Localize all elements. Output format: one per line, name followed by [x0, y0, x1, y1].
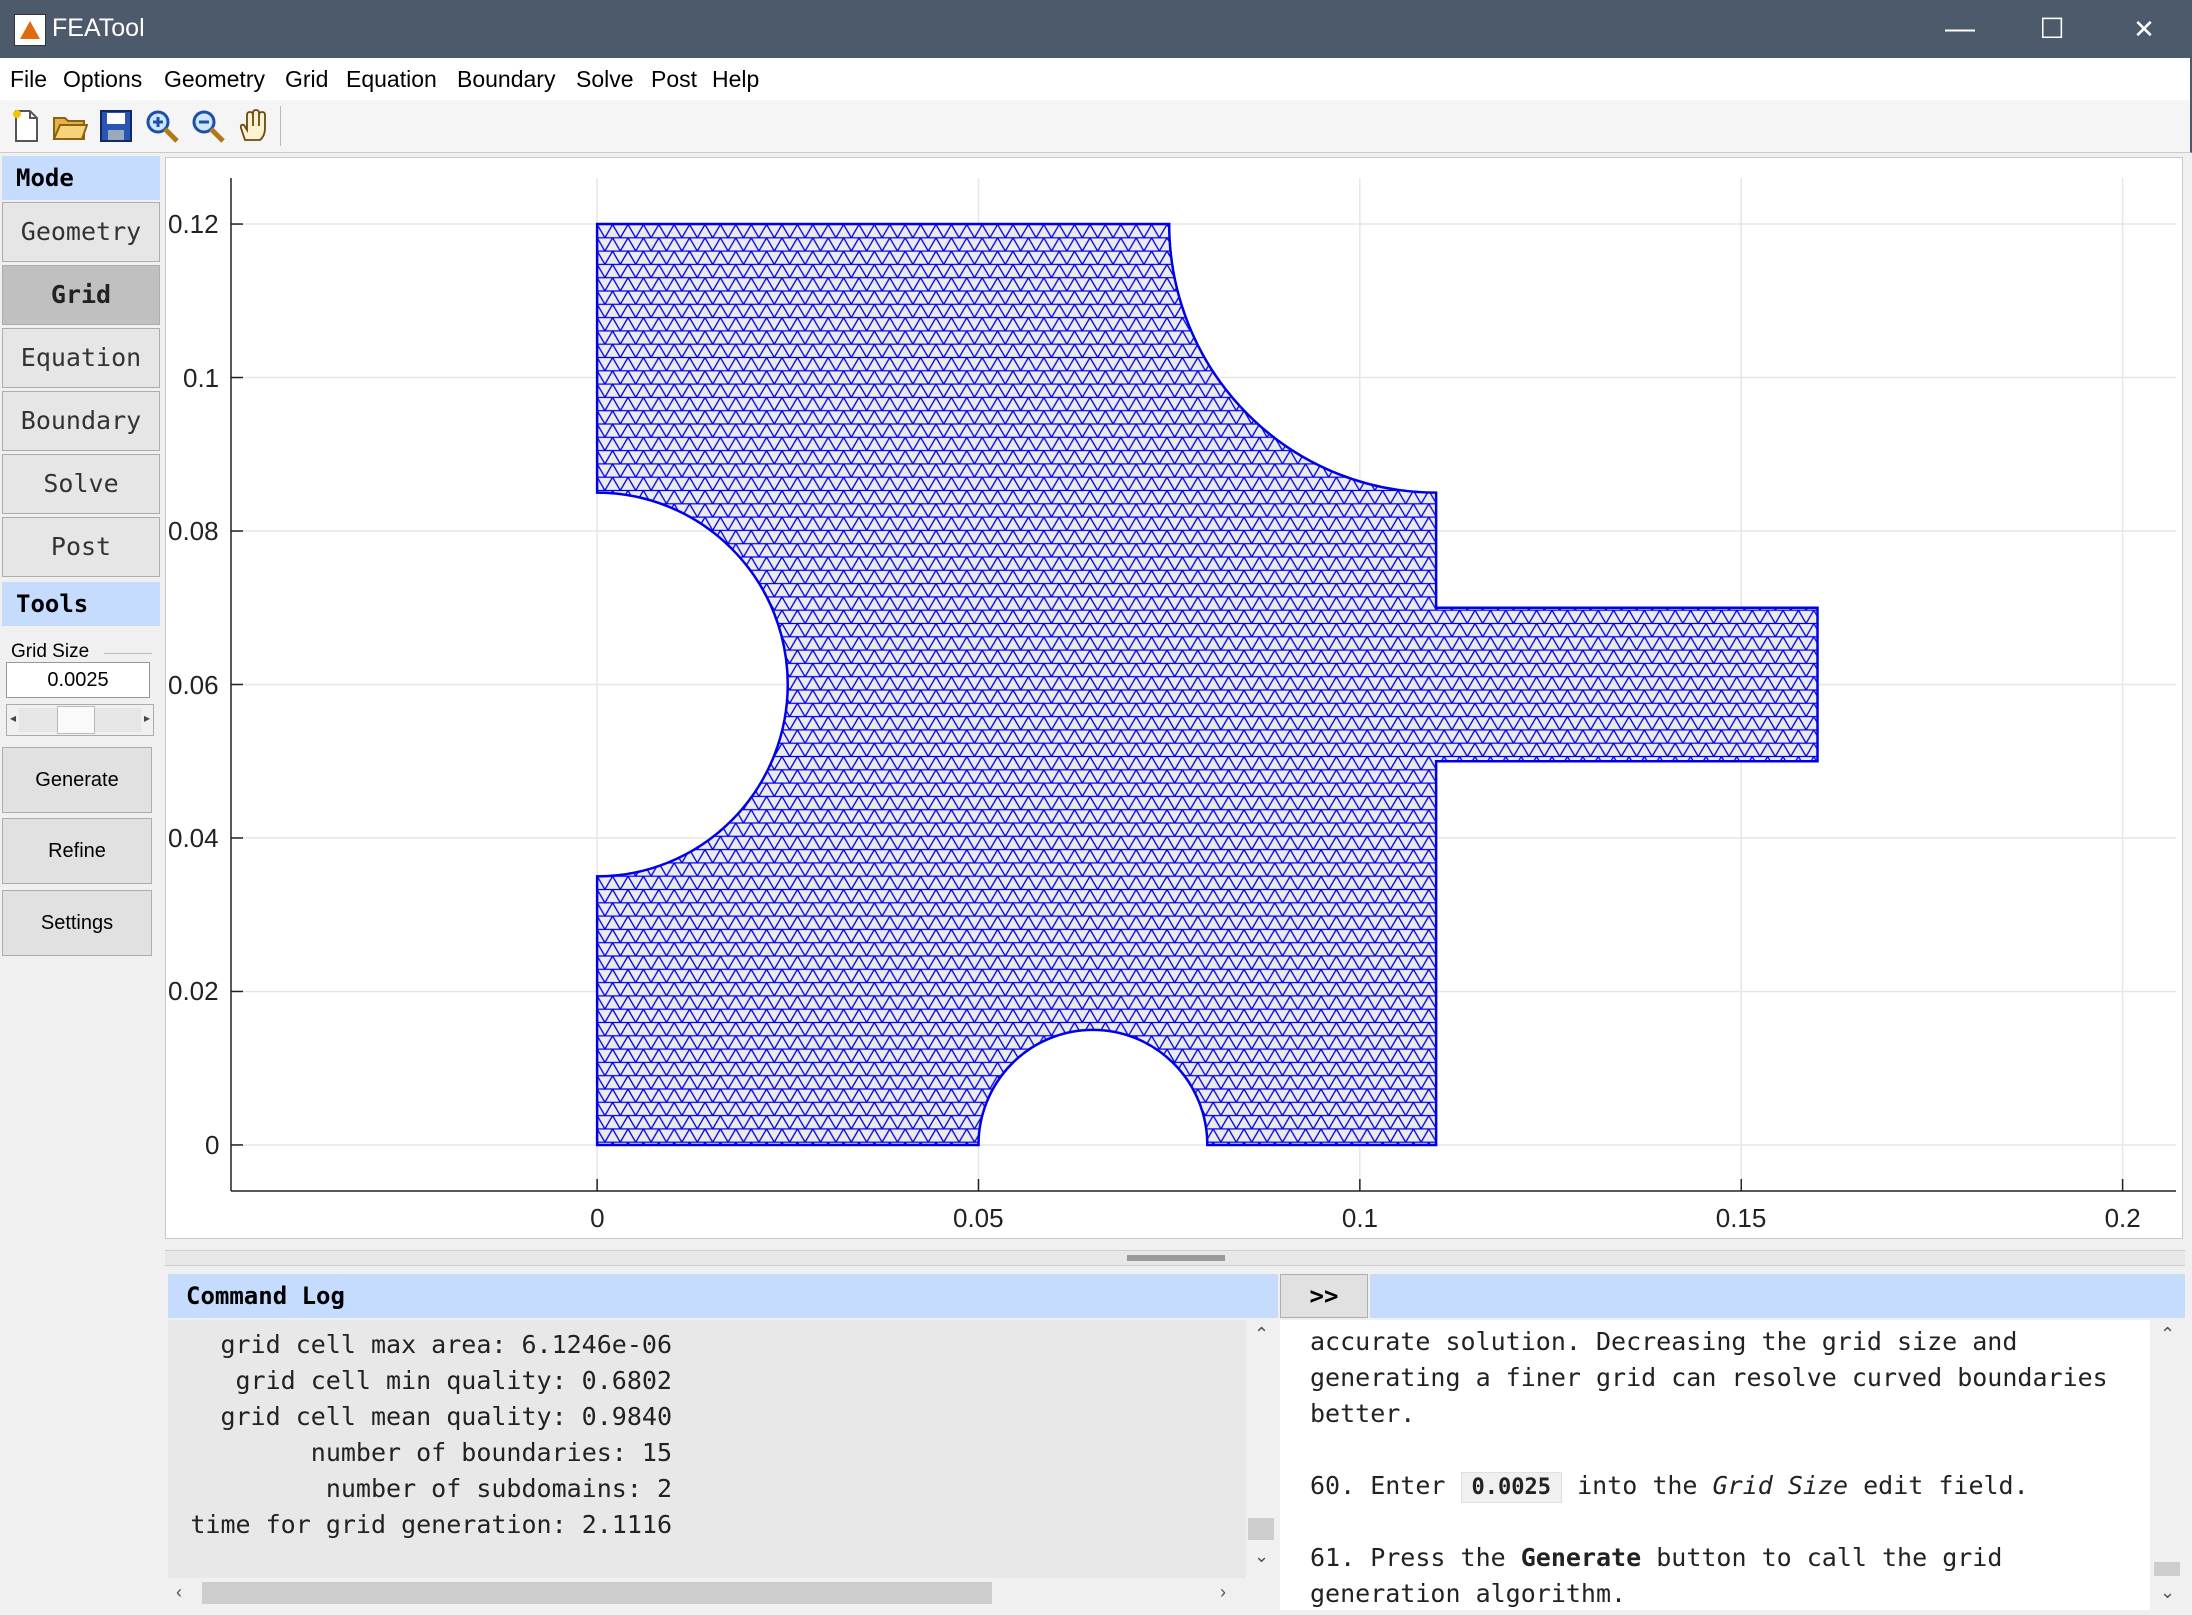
expand-help-button[interactable]: >>	[1280, 1274, 1368, 1318]
help-step-61: 61. Press the Generate button to call th…	[1310, 1540, 2130, 1610]
scroll-up-arrow-icon[interactable]: ⌃	[1254, 1324, 1269, 1345]
panel-splitter[interactable]	[165, 1250, 2185, 1266]
new-file-icon[interactable]	[8, 108, 44, 144]
scrollbar-thumb[interactable]	[1248, 1518, 1274, 1540]
help-emphasis: Grid Size	[1712, 1471, 1849, 1500]
y-tick-label: 0.12	[168, 209, 219, 240]
x-tick-label: 0.2	[2104, 1203, 2141, 1233]
generate-button[interactable]: Generate	[2, 747, 152, 813]
grid-size-input[interactable]	[6, 662, 150, 698]
plot-panel[interactable]: 0 0.05 0.1 0.15 0.2 0 0.02 0.04 0.06 0.0…	[165, 157, 2183, 1239]
menu-file[interactable]: File	[10, 66, 47, 93]
log-line: grid cell max area: 6.1246e-06	[220, 1330, 672, 1359]
scroll-up-arrow-icon[interactable]: ⌃	[2160, 1324, 2175, 1345]
slider-left-arrow-icon[interactable]: ◂	[10, 711, 16, 725]
zoom-out-icon[interactable]	[190, 108, 226, 144]
app-logo-icon	[14, 14, 46, 46]
help-code-value: 0.0025	[1460, 1472, 1563, 1503]
groupbox-line	[104, 653, 152, 654]
y-tick-label: 0.1	[183, 362, 220, 393]
menu-help[interactable]: Help	[712, 66, 759, 93]
x-tick-label: 0.15	[1715, 1203, 1767, 1233]
mode-post-button[interactable]: Post	[2, 517, 160, 577]
help-text-panel[interactable]: accurate solution. Decreasing the grid s…	[1280, 1320, 2150, 1610]
minimize-button[interactable]: —	[1914, 0, 2006, 58]
log-line: grid cell min quality: 0.6802	[235, 1366, 673, 1395]
mode-solve-button[interactable]: Solve	[2, 454, 160, 514]
menu-geometry[interactable]: Geometry	[164, 66, 265, 93]
log-line: grid cell mean quality: 0.9840	[220, 1402, 672, 1431]
grid-size-group: Grid Size ◂ ▸	[4, 641, 154, 756]
scroll-down-arrow-icon[interactable]: ⌄	[1254, 1546, 1269, 1567]
help-text: edit field.	[1863, 1471, 2029, 1500]
zoom-in-icon[interactable]	[144, 108, 180, 144]
help-bold: Generate	[1520, 1543, 1642, 1572]
menu-bar: File Options Geometry Grid Equation Boun…	[0, 58, 2192, 100]
menu-equation[interactable]: Equation	[346, 66, 437, 93]
help-text: 60. Enter	[1310, 1471, 1446, 1500]
window-title: FEATool	[52, 14, 145, 42]
menu-options[interactable]: Options	[63, 66, 142, 93]
help-text: 61. Press the	[1310, 1543, 1506, 1572]
help-text: into the	[1577, 1471, 1698, 1500]
log-line: number of boundaries: 15	[310, 1438, 672, 1467]
menu-post[interactable]: Post	[651, 66, 697, 93]
mode-grid-button[interactable]: Grid	[2, 265, 160, 325]
scrollbar-thumb[interactable]	[2154, 1562, 2180, 1576]
help-vertical-scrollbar[interactable]: ⌃ ⌄	[2150, 1320, 2184, 1610]
menu-solve[interactable]: Solve	[576, 66, 634, 93]
refine-button[interactable]: Refine	[2, 818, 152, 884]
y-tick-label: 0.04	[168, 822, 219, 853]
settings-button[interactable]: Settings	[2, 890, 152, 956]
mode-header: Mode	[2, 156, 160, 200]
toolbar-separator	[280, 106, 281, 146]
splitter-grip[interactable]	[1127, 1255, 1225, 1261]
scroll-left-arrow-icon[interactable]: ‹	[176, 1582, 182, 1603]
x-tick-label: 0	[590, 1203, 605, 1233]
command-log-header: Command Log	[168, 1274, 1278, 1318]
command-log-text[interactable]: grid cell max area: 6.1246e-06 grid cell…	[168, 1320, 1246, 1578]
slider-thumb[interactable]	[57, 706, 95, 734]
grid-size-label: Grid Size	[11, 641, 90, 662]
menu-boundary[interactable]: Boundary	[457, 66, 555, 93]
x-tick-label: 0.05	[952, 1203, 1004, 1233]
log-horizontal-scrollbar[interactable]: ‹ ›	[168, 1578, 1276, 1608]
title-bar: FEATool — ☐ ✕	[0, 0, 2192, 58]
y-tick-label: 0.02	[168, 976, 219, 1007]
mesh-plot[interactable]	[166, 158, 2184, 1240]
tools-header: Tools	[2, 582, 160, 626]
help-step-60: 60. Enter 0.0025 into the Grid Size edit…	[1310, 1468, 2130, 1506]
grid-size-slider[interactable]: ◂ ▸	[6, 704, 154, 736]
maximize-button[interactable]: ☐	[2006, 0, 2098, 58]
help-header	[1370, 1274, 2185, 1318]
menu-grid[interactable]: Grid	[285, 66, 328, 93]
y-tick-label: 0.08	[168, 516, 219, 546]
y-tick-label: 0.06	[168, 669, 219, 700]
x-tick-label: 0.1	[1341, 1203, 1379, 1233]
scroll-right-arrow-icon[interactable]: ›	[1220, 1582, 1226, 1603]
mode-boundary-button[interactable]: Boundary	[2, 391, 160, 451]
open-folder-icon[interactable]	[52, 108, 88, 144]
toolbar	[0, 100, 2192, 153]
slider-right-arrow-icon[interactable]: ▸	[144, 711, 150, 725]
mode-geometry-button[interactable]: Geometry	[2, 202, 160, 262]
save-icon[interactable]	[98, 108, 134, 144]
log-line: number of subdomains: 2	[325, 1474, 672, 1503]
pan-hand-icon[interactable]	[236, 108, 272, 144]
scrollbar-thumb[interactable]	[202, 1582, 992, 1604]
log-vertical-scrollbar[interactable]: ⌃ ⌄	[1246, 1320, 1276, 1578]
mode-equation-button[interactable]: Equation	[2, 328, 160, 388]
y-tick-label: 0	[205, 1129, 220, 1160]
log-line: time for grid generation: 2.1116	[190, 1510, 672, 1539]
scroll-down-arrow-icon[interactable]: ⌄	[2160, 1582, 2175, 1603]
help-paragraph: accurate solution. Decreasing the grid s…	[1310, 1327, 2108, 1428]
close-button[interactable]: ✕	[2098, 0, 2190, 58]
